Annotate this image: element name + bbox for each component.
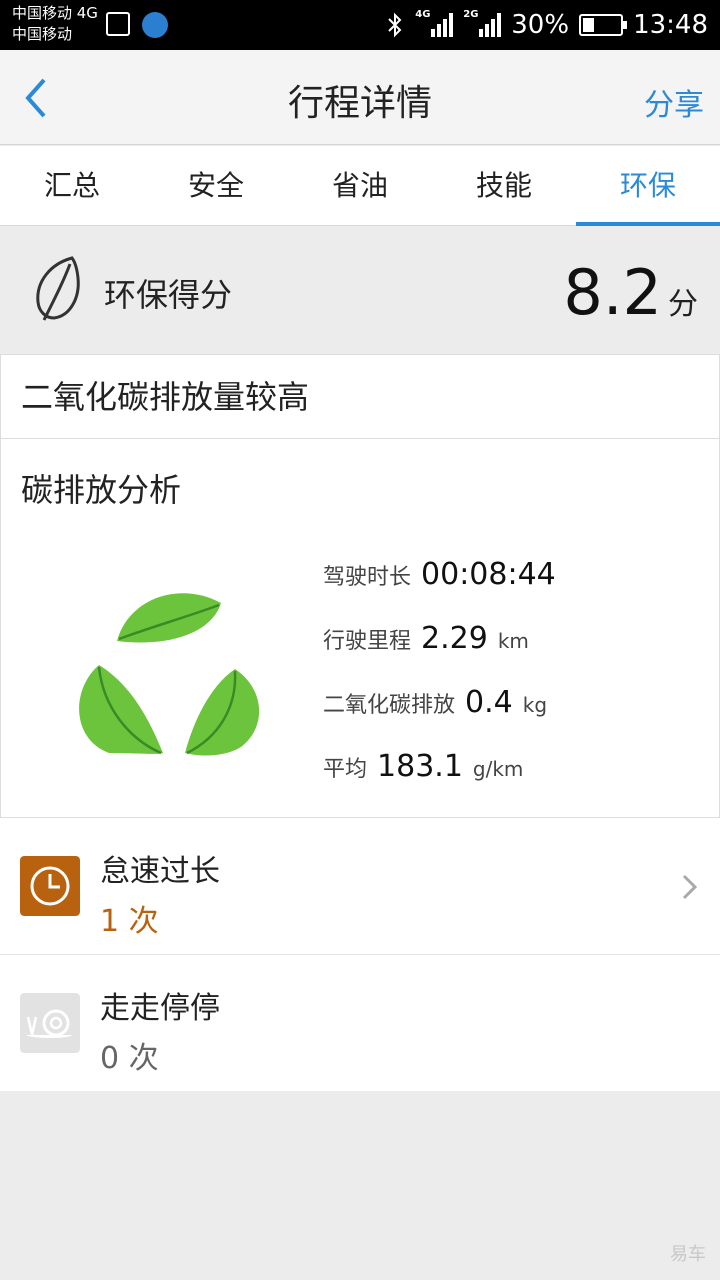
stat-key: 行驶里程: [323, 629, 412, 654]
carrier-info: 中国移动 4G 中国移动: [12, 3, 98, 45]
tab-eco[interactable]: 环保: [576, 146, 720, 226]
status-bar: 中国移动 4G 中国移动 4G 2G 30% 13:48: [0, 0, 720, 50]
tab-bar: 汇总 安全 省油 技能 环保: [0, 146, 720, 226]
carbon-analysis-card: 二氧化碳排放量较高 碳排放分析 驾驶时长 00:08:44 行驶里程 2.29 …: [0, 354, 720, 818]
app-header: 行程详情 分享: [0, 50, 720, 145]
car-app-notification-icon: [142, 12, 168, 38]
carrier-line-2: 中国移动: [12, 25, 73, 43]
eco-score-unit: 分: [668, 287, 698, 322]
stat-distance: 行驶里程 2.29 km: [323, 621, 556, 685]
stat-average: 平均 183.1 g/km: [323, 749, 556, 813]
clock-icon: [20, 856, 80, 916]
tab-skills[interactable]: 技能: [432, 146, 576, 225]
chevron-right-icon[interactable]: [680, 872, 700, 902]
list-item-title: 走走停停: [100, 991, 220, 1026]
signal-2g-icon: 2G: [463, 9, 502, 37]
battery-percent: 30%: [511, 10, 570, 40]
network-type-2g: 2G: [463, 9, 479, 20]
bluetooth-icon: [388, 12, 402, 38]
stat-value: 00:08:44: [421, 557, 556, 592]
network-type-4g: 4G: [415, 9, 431, 20]
tab-fuel-saving[interactable]: 省油: [288, 146, 432, 225]
stat-key: 二氧化碳排放: [323, 693, 456, 718]
list-item-idling[interactable]: 怠速过长 1 次: [0, 818, 720, 955]
list-item-title: 怠速过长: [100, 854, 220, 889]
tab-safety[interactable]: 安全: [144, 146, 288, 225]
page-title: 行程详情: [287, 83, 432, 124]
list-item-count: 0 次: [100, 1041, 159, 1076]
clock-time: 13:48: [633, 10, 708, 40]
eco-score-number: 8.2: [563, 256, 662, 329]
stat-key: 平均: [323, 757, 368, 782]
eco-score-label: 环保得分: [104, 276, 233, 314]
stat-co2-emission: 二氧化碳排放 0.4 kg: [323, 685, 556, 749]
list-item-count: 1 次: [100, 904, 159, 939]
share-button[interactable]: 分享: [644, 80, 704, 124]
carbon-analysis-title: 碳排放分析: [21, 471, 182, 509]
eco-score-section: 环保得分 8.2 分: [0, 226, 720, 354]
carrier-line-1: 中国移动 4G: [12, 4, 98, 22]
signal-4g-icon: 4G: [415, 9, 454, 37]
stat-unit: kg: [522, 693, 548, 717]
stat-value: 183.1: [377, 749, 463, 784]
tab-summary[interactable]: 汇总: [0, 146, 144, 225]
watermark-logo: 易车: [670, 1244, 706, 1265]
emission-headline: 二氧化碳排放量较高: [1, 355, 719, 439]
stat-driving-duration: 驾驶时长 00:08:44: [323, 557, 556, 621]
recycle-leaves-icon: [79, 593, 260, 756]
leaf-icon: [36, 256, 80, 321]
battery-icon: [579, 14, 628, 36]
eco-score-value: 8.2 分: [563, 256, 698, 329]
list-item-stop-and-go[interactable]: 走走停停 0 次: [0, 955, 720, 1091]
stat-key: 驾驶时长: [323, 565, 412, 590]
stat-value: 2.29: [421, 621, 488, 656]
snail-icon: [20, 993, 80, 1053]
behavior-list: 怠速过长 1 次 走走停停 0 次: [0, 818, 720, 1091]
image-notification-icon: [106, 12, 130, 36]
stat-unit: km: [497, 629, 529, 653]
status-icons: 4G 2G 30% 13:48: [385, 0, 708, 50]
stat-value: 0.4: [465, 685, 513, 720]
emission-stats: 驾驶时长 00:08:44 行驶里程 2.29 km 二氧化碳排放 0.4 kg…: [323, 557, 556, 813]
stat-unit: g/km: [472, 757, 524, 781]
